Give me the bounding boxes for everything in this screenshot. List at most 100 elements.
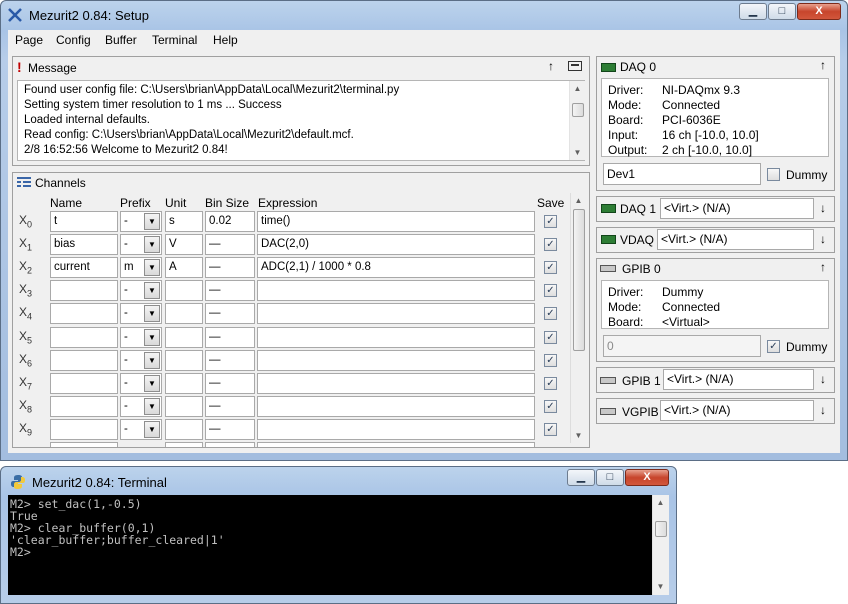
terminal-minimize-button[interactable]: ▁ xyxy=(567,469,595,486)
channel-expression-input[interactable] xyxy=(257,327,535,348)
scroll-up-arrow-icon[interactable]: ▲ xyxy=(653,495,668,510)
dropdown-arrow-icon[interactable]: ▼ xyxy=(144,375,160,392)
console-scrollbar[interactable]: ▲ ▼ xyxy=(652,495,669,595)
scroll-thumb[interactable] xyxy=(572,103,584,117)
expand-down-icon[interactable]: ↓ xyxy=(820,232,826,246)
scroll-thumb[interactable] xyxy=(655,521,667,537)
channel-save-checkbox[interactable]: ✓ xyxy=(544,423,557,436)
channel-prefix-select[interactable]: - ▼ xyxy=(120,419,162,440)
channel-bin-size-input[interactable]: — xyxy=(205,350,255,371)
message-scrollbar[interactable]: ▲ ▼ xyxy=(569,81,585,160)
dropdown-arrow-icon[interactable]: ▼ xyxy=(144,236,160,253)
scroll-up-arrow-icon[interactable]: ▲ xyxy=(570,81,585,96)
channel-save-checkbox[interactable]: ✓ xyxy=(544,284,557,297)
gpib1-select[interactable]: <Virt.> (N/A) xyxy=(663,369,814,390)
channel-save-checkbox[interactable]: ✓ xyxy=(544,331,557,344)
channel-name-input[interactable] xyxy=(50,373,118,394)
expand-down-icon[interactable]: ↓ xyxy=(820,403,826,417)
channel-unit-input[interactable] xyxy=(165,327,203,348)
scroll-down-arrow-icon[interactable]: ▼ xyxy=(570,145,585,160)
channel-bin-size-input[interactable]: — xyxy=(205,234,255,255)
collapse-up-icon[interactable]: ↑ xyxy=(548,59,554,73)
channel-unit-input[interactable]: A xyxy=(165,257,203,278)
channel-unit-input[interactable] xyxy=(165,373,203,394)
terminal-maximize-button[interactable]: □ xyxy=(596,469,624,486)
channels-scrollbar[interactable]: ▲ ▼ xyxy=(570,193,586,443)
daq0-dummy-checkbox[interactable] xyxy=(767,168,780,181)
channel-unit-input[interactable] xyxy=(165,350,203,371)
channel-expression-input[interactable] xyxy=(257,373,535,394)
channel-expression-input[interactable] xyxy=(257,303,535,324)
scroll-up-arrow-icon[interactable]: ▲ xyxy=(571,193,586,208)
channel-expression-input[interactable] xyxy=(257,419,535,440)
menu-help[interactable]: Help xyxy=(213,33,238,47)
channel-name-input[interactable] xyxy=(50,280,118,301)
channel-expression-input[interactable] xyxy=(257,280,535,301)
channel-save-checkbox[interactable]: ✓ xyxy=(544,261,557,274)
vgpib-select[interactable]: <Virt.> (N/A) xyxy=(660,400,814,421)
menu-buffer[interactable]: Buffer xyxy=(105,33,137,47)
channel-prefix-select[interactable]: - ▼ xyxy=(120,280,162,301)
expand-down-icon[interactable]: ↓ xyxy=(820,201,826,215)
channel-prefix-select[interactable]: - ▼ xyxy=(120,303,162,324)
channel-unit-input[interactable]: s xyxy=(165,211,203,232)
channel-unit-input[interactable] xyxy=(165,396,203,417)
menu-terminal[interactable]: Terminal xyxy=(152,33,197,47)
channel-prefix-select[interactable]: - ▼ xyxy=(120,350,162,371)
channel-name-input[interactable]: current xyxy=(50,257,118,278)
terminal-close-button[interactable]: X xyxy=(625,469,669,486)
channel-bin-size-input[interactable]: — xyxy=(205,419,255,440)
channel-bin-size-input[interactable]: — xyxy=(205,327,255,348)
dropdown-arrow-icon[interactable]: ▼ xyxy=(144,398,160,415)
terminal-console[interactable]: M2> set_dac(1,-0.5) True M2> clear_buffe… xyxy=(8,495,669,595)
window-toggle-icon[interactable] xyxy=(568,61,582,71)
channel-bin-size-input[interactable]: — xyxy=(205,280,255,301)
channel-bin-size-input[interactable]: — xyxy=(205,257,255,278)
channel-prefix-select[interactable]: - ▼ xyxy=(120,327,162,348)
channel-bin-size-input[interactable]: — xyxy=(205,303,255,324)
dropdown-arrow-icon[interactable]: ▼ xyxy=(144,352,160,369)
menu-config[interactable]: Config xyxy=(56,33,91,47)
daq0-device-input[interactable]: Dev1 xyxy=(603,163,761,185)
channel-name-input[interactable] xyxy=(50,419,118,440)
channel-name-input[interactable] xyxy=(50,303,118,324)
dropdown-arrow-icon[interactable]: ▼ xyxy=(144,259,160,276)
channel-expression-input[interactable]: DAC(2,0) xyxy=(257,234,535,255)
channel-save-checkbox[interactable]: ✓ xyxy=(544,215,557,228)
channel-prefix-select[interactable]: - ▼ xyxy=(120,373,162,394)
dropdown-arrow-icon[interactable]: ▼ xyxy=(144,329,160,346)
channel-save-checkbox[interactable]: ✓ xyxy=(544,354,557,367)
expand-down-icon[interactable]: ↓ xyxy=(820,372,826,386)
channel-bin-size-input[interactable]: 0.02 xyxy=(205,211,255,232)
channel-save-checkbox[interactable]: ✓ xyxy=(544,377,557,390)
channel-prefix-select[interactable]: - ▼ xyxy=(120,234,162,255)
channel-name-input[interactable] xyxy=(50,396,118,417)
channel-expression-input[interactable]: ADC(2,1) / 1000 * 0.8 xyxy=(257,257,535,278)
channel-unit-input[interactable] xyxy=(165,419,203,440)
dropdown-arrow-icon[interactable]: ▼ xyxy=(144,282,160,299)
channel-name-input[interactable] xyxy=(50,350,118,371)
channel-name-input[interactable]: bias xyxy=(50,234,118,255)
channel-prefix-select[interactable]: - ▼ xyxy=(120,211,162,232)
channel-expression-input[interactable]: time() xyxy=(257,211,535,232)
channel-prefix-select[interactable]: m ▼ xyxy=(120,257,162,278)
channel-unit-input[interactable] xyxy=(165,280,203,301)
collapse-up-icon[interactable]: ↑ xyxy=(820,58,826,72)
minimize-button[interactable]: ▁ xyxy=(739,3,767,20)
message-log[interactable]: Found user config file: C:\Users\brian\A… xyxy=(17,80,585,161)
dropdown-arrow-icon[interactable]: ▼ xyxy=(144,421,160,438)
scroll-down-arrow-icon[interactable]: ▼ xyxy=(653,579,668,594)
close-button[interactable]: X xyxy=(797,3,841,20)
scroll-thumb[interactable] xyxy=(573,209,585,351)
channel-save-checkbox[interactable]: ✓ xyxy=(544,238,557,251)
channel-bin-size-input[interactable]: — xyxy=(205,396,255,417)
gpib0-dummy-checkbox[interactable]: ✓ xyxy=(767,340,780,353)
channel-save-checkbox[interactable]: ✓ xyxy=(544,307,557,320)
channel-prefix-select[interactable]: - ▼ xyxy=(120,396,162,417)
dropdown-arrow-icon[interactable]: ▼ xyxy=(144,305,160,322)
vdaq-select[interactable]: <Virt.> (N/A) xyxy=(657,229,814,250)
daq1-select[interactable]: <Virt.> (N/A) xyxy=(660,198,814,219)
channel-unit-input[interactable] xyxy=(165,303,203,324)
gpib0-address-input[interactable]: 0 xyxy=(603,335,761,357)
maximize-button[interactable]: □ xyxy=(768,3,796,20)
